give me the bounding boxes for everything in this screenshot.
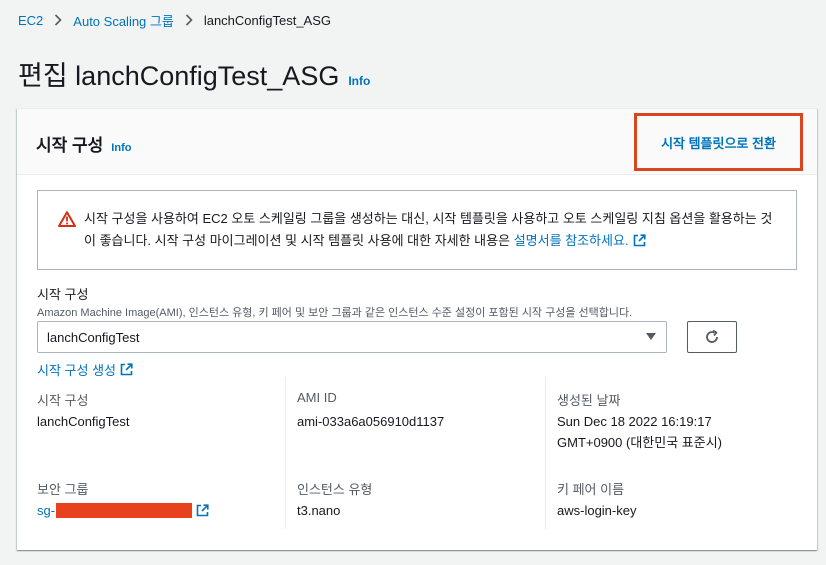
documentation-link[interactable]: 설명서를 참조하세요. [514,233,629,248]
create-launch-config-link[interactable]: 시작 구성 생성 [37,360,133,379]
key-pair-label: 키 페어 이름 [557,482,625,497]
refresh-button[interactable] [687,321,737,353]
ami-id-label: AMI ID [297,390,337,405]
breadcrumb-current: lanchConfigTest_ASG [203,12,332,28]
page-title: 편집 lanchConfigTest_ASG [18,61,340,91]
column-divider [285,377,286,529]
column-divider [545,377,546,529]
launch-config-field-label: 시작 구성 [37,287,89,302]
external-link-icon[interactable] [633,234,646,247]
security-group-label: 보안 그룹 [37,482,89,497]
panel-title: 시작 구성 [36,136,104,155]
warning-icon [58,211,76,227]
key-pair-value: aws-login-key [557,503,637,518]
security-group-link[interactable]: sg- [37,503,209,518]
created-date-value-line2: GMT+0900 (대한민국 표준시) [557,435,722,450]
chevron-right-icon [54,14,62,26]
page-header: 편집 lanchConfigTest_ASG Info [18,54,370,93]
launch-config-detail-label: 시작 구성 [37,393,89,408]
security-group-value: sg- [37,503,56,518]
panel-title-group: 시작 구성 Info [36,131,131,156]
launch-configuration-panel: 시작 구성 Info 시작 템플릿으로 전환 시작 구성을 사용하여 EC2 오… [17,108,817,550]
warning-alert: 시작 구성을 사용하여 EC2 오토 스케일링 그룹을 생성하는 대신, 시작 … [37,190,797,270]
panel-header: 시작 구성 Info 시작 템플릿으로 전환 [17,109,817,175]
caret-down-icon [646,333,656,340]
panel-info-link[interactable]: Info [111,142,131,154]
created-date-label: 생성된 날짜 [557,393,621,408]
chevron-right-icon [185,14,193,26]
breadcrumb: EC2 Auto Scaling 그룹 lanchConfigTest_ASG [18,11,332,30]
instance-type-label: 인스턴스 유형 [297,482,373,497]
launch-config-field-description: Amazon Machine Image(AMI), 인스턴스 유형, 키 페어… [37,307,633,319]
switch-to-launch-template-button[interactable]: 시작 템플릿으로 전환 [634,113,803,171]
created-date-value-line1: Sun Dec 18 2022 16:19:17 [557,414,712,429]
launch-config-select[interactable]: lanchConfigTest [37,321,667,353]
refresh-icon [706,329,718,343]
instance-type-value: t3.nano [297,503,341,518]
ami-id-value: ami-033a6a056910d1137 [297,414,445,429]
create-launch-config-label: 시작 구성 생성 [37,363,116,378]
external-link-icon [120,363,133,376]
redacted-block [56,503,193,518]
page-info-link[interactable]: Info [348,74,370,88]
alert-message: 시작 구성을 사용하여 EC2 오토 스케일링 그룹을 생성하는 대신, 시작 … [84,208,784,252]
breadcrumb-auto-scaling-groups[interactable]: Auto Scaling 그룹 [73,11,174,30]
launch-config-detail-value: lanchConfigTest [37,414,130,429]
alert-text: 시작 구성을 사용하여 EC2 오토 스케일링 그룹을 생성하는 대신, 시작 … [84,211,773,248]
breadcrumb-ec2[interactable]: EC2 [18,13,43,28]
external-link-icon [196,504,209,517]
launch-config-selected-value: lanchConfigTest [47,329,140,345]
